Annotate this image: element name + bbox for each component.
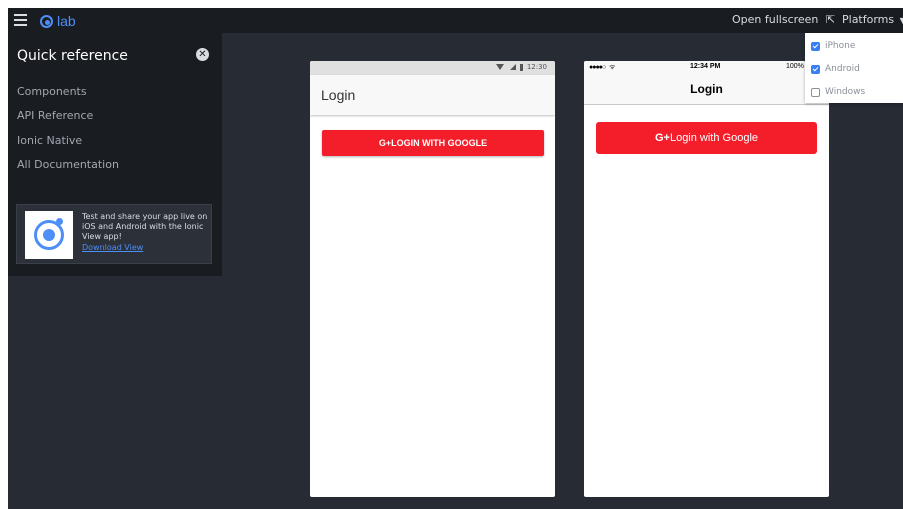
platform-option-android[interactable]: Android xyxy=(811,62,860,76)
platform-option-label: iPhone xyxy=(825,41,856,51)
download-view-link[interactable]: Download View xyxy=(82,243,143,252)
open-fullscreen-label: Open fullscreen xyxy=(732,13,819,26)
android-status-bar: 12:30 xyxy=(310,61,555,75)
android-preview: 12:30 Login G+ LOGIN WITH GOOGLE xyxy=(310,61,555,497)
checkbox-checked-icon[interactable] xyxy=(811,64,820,74)
ios-status-bar: ●●●●○ ᯤ 12:34 PM 100% xyxy=(584,61,829,73)
promo-text: Test and share your app live on iOS and … xyxy=(82,212,208,241)
ios-google-login-button[interactable]: G+ Login with Google xyxy=(596,122,817,154)
checkbox-checked-icon[interactable] xyxy=(811,41,820,51)
sidebar-link-api-reference[interactable]: API Reference xyxy=(17,109,93,122)
sidebar-link-ionic-native[interactable]: Ionic Native xyxy=(17,134,82,147)
ios-battery-percent: 100% xyxy=(786,63,804,70)
ios-header: Login xyxy=(584,73,829,105)
platform-option-iphone[interactable]: iPhone xyxy=(811,39,855,53)
logo-text: lab xyxy=(57,13,76,29)
battery-icon xyxy=(519,63,523,71)
wifi-icon: ᯤ xyxy=(609,64,615,71)
ios-login-label: Login with Google xyxy=(669,132,759,144)
open-fullscreen-button[interactable]: Open fullscreen ⇱ xyxy=(732,13,835,26)
signal-dots-icon: ●●●●○ xyxy=(589,64,606,71)
platform-option-label: Android xyxy=(825,64,860,74)
close-icon[interactable]: ✕ xyxy=(196,48,209,61)
android-page-title: Login xyxy=(321,87,356,103)
platforms-menu: iPhone Android Windows xyxy=(805,33,903,103)
platform-option-label: Windows xyxy=(825,87,866,97)
platforms-dropdown[interactable]: Platforms ▼ xyxy=(842,13,903,26)
ios-status-time: 12:34 PM xyxy=(690,63,721,70)
android-status-time: 12:30 xyxy=(526,63,547,71)
wifi-icon xyxy=(495,64,504,70)
android-login-label: LOGIN WITH GOOGLE xyxy=(391,138,488,148)
ionic-view-app-icon xyxy=(25,211,73,259)
google-plus-icon: G+ xyxy=(654,132,670,144)
android-header: Login xyxy=(310,75,555,115)
google-plus-icon: G+ xyxy=(378,138,392,148)
quick-reference-sidebar: Quick reference ✕ Components API Referen… xyxy=(8,33,222,276)
top-bar: lab Open fullscreen ⇱ Platforms ▼ xyxy=(8,8,903,33)
ionic-lab-logo: lab xyxy=(40,11,76,31)
hamburger-menu-icon[interactable] xyxy=(14,14,27,26)
quick-reference-title: Quick reference xyxy=(17,48,128,64)
ionic-view-promo: Test and share your app live on iOS and … xyxy=(16,204,212,264)
checkbox-unchecked-icon[interactable] xyxy=(811,87,820,97)
lab-app: lab Open fullscreen ⇱ Platforms ▼ Quick … xyxy=(8,8,903,509)
sidebar-link-all-documentation[interactable]: All Documentation xyxy=(17,158,119,171)
iphone-preview: ●●●●○ ᯤ 12:34 PM 100% Login G+ Login wit… xyxy=(584,61,829,497)
ios-page-title: Login xyxy=(690,82,723,96)
platforms-label: Platforms xyxy=(842,13,895,26)
ionic-logo-icon xyxy=(40,14,53,28)
android-google-login-button[interactable]: G+ LOGIN WITH GOOGLE xyxy=(322,130,544,156)
caret-down-icon: ▼ xyxy=(899,16,903,25)
external-link-icon: ⇱ xyxy=(825,13,836,26)
signal-icon xyxy=(509,64,516,70)
sidebar-link-components[interactable]: Components xyxy=(17,85,87,98)
platform-option-windows[interactable]: Windows xyxy=(811,85,865,99)
